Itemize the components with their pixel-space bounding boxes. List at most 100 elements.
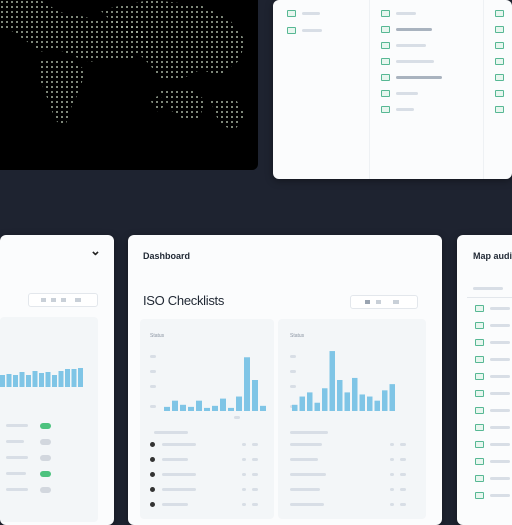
collapse-icon[interactable]: ⌄ bbox=[90, 243, 101, 259]
bar-chart bbox=[292, 351, 395, 411]
audit-item[interactable] bbox=[475, 373, 510, 380]
row-label bbox=[162, 458, 188, 461]
list-item[interactable] bbox=[381, 85, 471, 101]
chart-bar bbox=[0, 375, 5, 387]
list-item[interactable] bbox=[381, 101, 471, 117]
chart-bar bbox=[307, 392, 313, 411]
chart-bar bbox=[19, 372, 25, 387]
chart-bar bbox=[389, 384, 395, 411]
row-meta bbox=[252, 443, 258, 446]
list-item[interactable] bbox=[495, 101, 512, 117]
row-meta bbox=[400, 458, 406, 461]
status-dot bbox=[150, 487, 155, 492]
list-item[interactable] bbox=[495, 53, 512, 69]
audit-card: Map audits bbox=[457, 235, 512, 525]
checkbox-icon bbox=[495, 9, 504, 17]
audit-item[interactable] bbox=[475, 441, 510, 448]
audit-item[interactable] bbox=[475, 475, 510, 482]
chart-bar bbox=[352, 377, 358, 411]
row-meta bbox=[400, 473, 406, 476]
checkbox-icon bbox=[381, 73, 390, 81]
tab-group[interactable] bbox=[28, 293, 98, 307]
row-meta bbox=[242, 443, 246, 446]
audit-item-label bbox=[490, 375, 510, 378]
list-item[interactable] bbox=[495, 5, 512, 21]
panel-label: Status bbox=[150, 333, 165, 339]
list-item[interactable] bbox=[495, 37, 512, 53]
audit-item[interactable] bbox=[475, 424, 510, 431]
checkbox-icon bbox=[475, 322, 484, 329]
audit-item[interactable] bbox=[475, 322, 510, 329]
list-item[interactable] bbox=[287, 27, 367, 34]
checkbox-icon bbox=[381, 41, 390, 49]
list-item[interactable] bbox=[381, 21, 471, 37]
row-meta bbox=[390, 458, 394, 461]
list-item[interactable] bbox=[495, 21, 512, 37]
toggle-on[interactable] bbox=[40, 423, 51, 429]
row-label bbox=[162, 503, 188, 506]
audit-item-label bbox=[490, 477, 510, 480]
checkbox-icon bbox=[475, 492, 484, 499]
y-tick bbox=[150, 370, 156, 373]
audit-item[interactable] bbox=[475, 492, 510, 499]
list-item[interactable] bbox=[381, 69, 471, 85]
row-meta bbox=[252, 458, 258, 461]
list-divider bbox=[483, 0, 484, 179]
audit-item[interactable] bbox=[475, 390, 510, 397]
toggle-off[interactable] bbox=[40, 455, 51, 461]
row-meta bbox=[242, 503, 246, 506]
toggle-off[interactable] bbox=[40, 487, 51, 493]
divider bbox=[467, 297, 512, 298]
chart-bar bbox=[172, 400, 178, 411]
list-item[interactable] bbox=[381, 5, 471, 21]
row-label bbox=[6, 424, 28, 427]
chart-bar bbox=[58, 371, 64, 387]
status-dot bbox=[150, 442, 155, 447]
audit-item[interactable] bbox=[475, 407, 510, 414]
chart-bar bbox=[236, 396, 242, 411]
chart-bar bbox=[314, 402, 320, 411]
row-meta bbox=[242, 458, 246, 461]
list-item[interactable] bbox=[495, 85, 512, 101]
audit-item-label bbox=[490, 494, 510, 497]
list-item-label bbox=[396, 59, 434, 63]
chart-bar bbox=[220, 398, 226, 411]
tab-group[interactable] bbox=[350, 295, 418, 309]
row-meta bbox=[242, 488, 246, 491]
list-item[interactable] bbox=[381, 53, 471, 69]
checkbox-icon bbox=[495, 73, 504, 81]
bar-chart bbox=[0, 368, 83, 387]
audit-item[interactable] bbox=[475, 305, 510, 312]
audit-item[interactable] bbox=[475, 356, 510, 363]
checkbox-icon bbox=[287, 27, 296, 34]
chart-bar bbox=[65, 369, 70, 387]
list-item[interactable] bbox=[381, 37, 471, 53]
chart-bar bbox=[299, 396, 305, 411]
y-tick bbox=[150, 385, 156, 388]
list-item-label bbox=[396, 91, 418, 95]
checkbox-icon bbox=[475, 305, 484, 312]
list-item[interactable] bbox=[495, 69, 512, 85]
audit-item[interactable] bbox=[475, 339, 510, 346]
toggle-on[interactable] bbox=[40, 471, 51, 477]
audit-item[interactable] bbox=[475, 458, 510, 465]
tab-icon bbox=[41, 298, 46, 302]
list-item[interactable] bbox=[287, 10, 367, 17]
tab-icon bbox=[61, 298, 66, 302]
checkbox-icon bbox=[495, 57, 504, 65]
list-column-3 bbox=[495, 5, 512, 117]
checkbox-icon bbox=[381, 105, 390, 113]
toggle-off[interactable] bbox=[40, 439, 51, 445]
chart-bar bbox=[32, 371, 38, 387]
checkbox-icon bbox=[381, 57, 390, 65]
chart-bar bbox=[212, 405, 218, 411]
row-label bbox=[290, 488, 320, 491]
checkbox-icon bbox=[475, 407, 484, 414]
tab-icon bbox=[75, 298, 81, 302]
list-item-label bbox=[396, 75, 442, 79]
card-subtitle bbox=[473, 287, 503, 290]
list-item-label bbox=[396, 43, 426, 47]
panel-label: Status bbox=[290, 333, 305, 339]
row-meta bbox=[252, 488, 258, 491]
checkbox-icon bbox=[475, 373, 484, 380]
